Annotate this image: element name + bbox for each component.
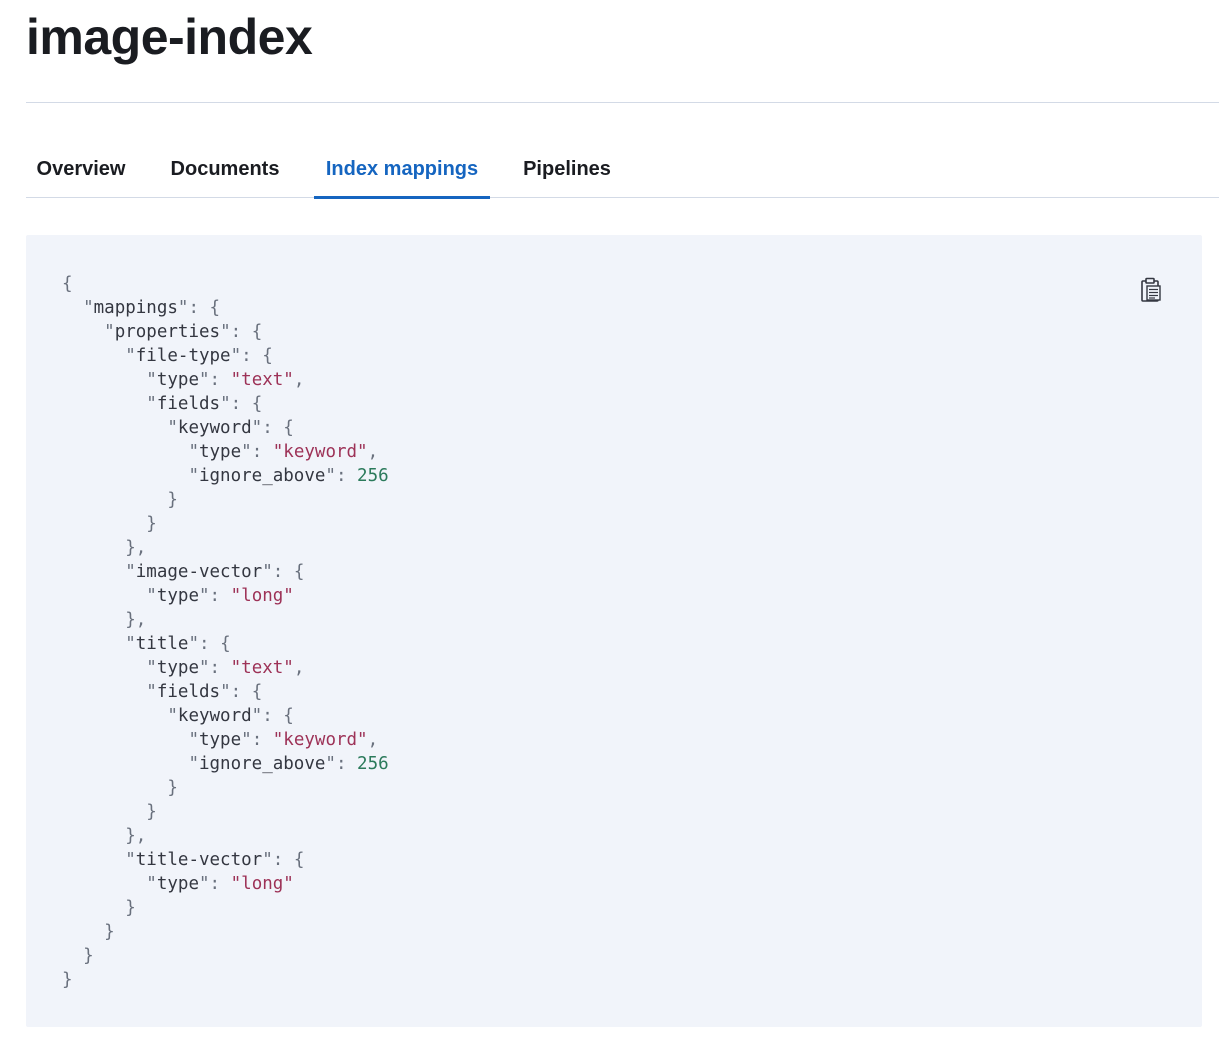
- tab-documents[interactable]: Documents: [160, 140, 290, 198]
- header-divider: [26, 102, 1219, 103]
- tab-overview[interactable]: Overview: [26, 140, 136, 198]
- tab-pipelines[interactable]: Pipelines: [514, 140, 620, 198]
- tab-bar: Overview Documents Index mappings Pipeli…: [26, 140, 1219, 199]
- clipboard-icon: [1141, 277, 1161, 302]
- mappings-code-block: { "mappings": { "properties": { "file-ty…: [26, 235, 1202, 1027]
- mappings-json: { "mappings": { "properties": { "file-ty…: [62, 274, 389, 990]
- copy-button[interactable]: [1136, 275, 1164, 305]
- page-title: image-index: [26, 9, 313, 65]
- tab-index-mappings[interactable]: Index mappings: [314, 140, 490, 199]
